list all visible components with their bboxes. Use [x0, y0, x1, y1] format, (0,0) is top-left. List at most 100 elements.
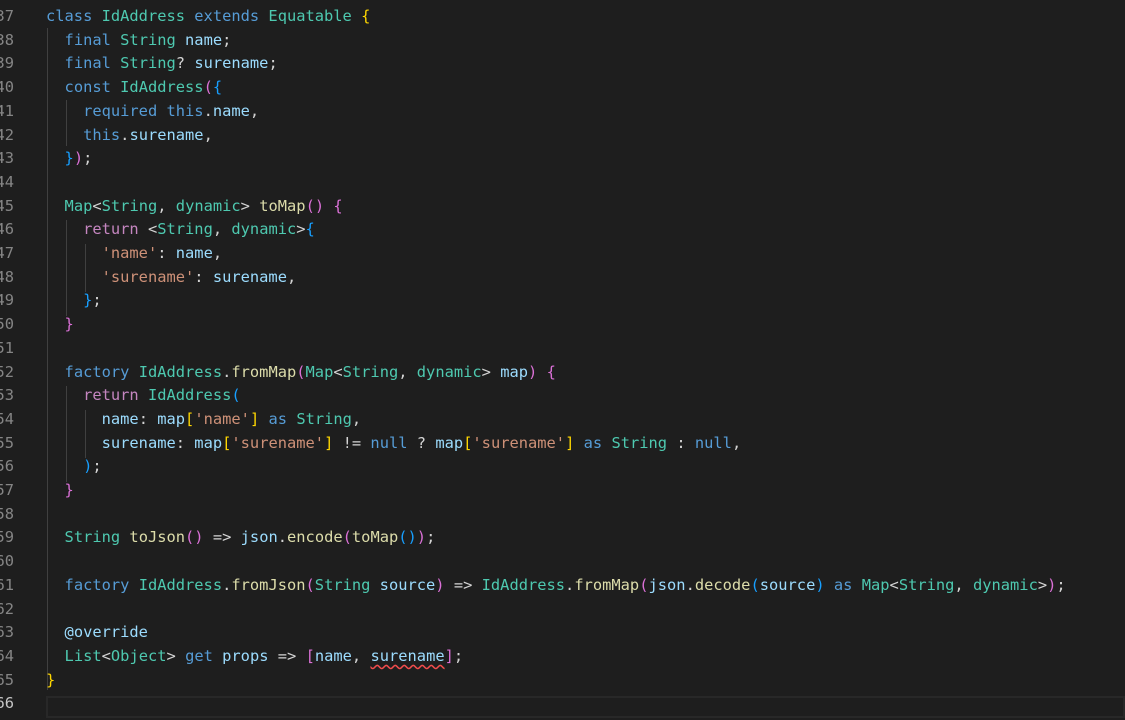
code-text[interactable]: List<Object> get props => [name, surenam… [46, 645, 464, 669]
code-text[interactable]: ); [46, 455, 102, 479]
code-text[interactable]: factory IdAddress.fromJson(String source… [46, 574, 1066, 598]
code-editor[interactable]: 37 class IdAddress extends Equatable {38 … [0, 0, 1125, 720]
line-number: 43 [0, 149, 14, 168]
line-number: 39 [0, 54, 14, 73]
code-line[interactable]: 66 [0, 692, 1125, 716]
code-text[interactable]: } [46, 669, 55, 693]
code-text[interactable]: return IdAddress( [46, 384, 241, 408]
code-line[interactable]: 62 [0, 598, 1125, 622]
code-token: 'name' [101, 244, 158, 262]
code-line[interactable]: 61 factory IdAddress.fromJson(String sou… [0, 574, 1125, 598]
code-text[interactable]: this.surename, [46, 124, 213, 148]
code-token: encode [287, 528, 343, 547]
code-token: 'name' [194, 409, 250, 428]
code-line[interactable]: 56 ); [0, 455, 1125, 479]
code-line[interactable]: 51 [0, 337, 1125, 361]
code-text[interactable]: return <String, dynamic>{ [46, 218, 315, 242]
code-line[interactable]: 58 [0, 503, 1125, 527]
code-line[interactable]: 53 return IdAddress( [0, 384, 1125, 408]
code-token: ) [73, 149, 84, 168]
code-line[interactable]: 63 @override [0, 621, 1125, 645]
code-token: 'surename' [231, 433, 325, 452]
code-text[interactable]: }; [46, 289, 102, 313]
code-line[interactable]: 40 const IdAddress({ [0, 76, 1125, 100]
code-line[interactable]: 49 }; [0, 289, 1125, 313]
code-text[interactable]: } [46, 313, 74, 337]
code-line[interactable]: 48 'surename': surename, [0, 266, 1125, 290]
code-line[interactable]: 41 required this.name, [0, 100, 1125, 124]
code-text[interactable]: final String name; [46, 29, 232, 53]
code-line[interactable]: 43 }); [0, 147, 1125, 171]
code-text[interactable]: name: map['name'] as String, [46, 408, 362, 432]
code-token: Map [305, 362, 334, 381]
code-token: return [83, 220, 148, 239]
code-line[interactable]: 45 Map<String, dynamic> toMap() { [0, 195, 1125, 219]
code-line[interactable]: 54 name: map['name'] as String, [0, 408, 1125, 432]
code-token: ; [268, 54, 278, 73]
code-token: ) [416, 528, 427, 547]
code-token: IdAddress [481, 575, 566, 594]
code-text[interactable]: required this.name, [46, 100, 259, 124]
code-line[interactable]: 46 return <String, dynamic>{ [0, 218, 1125, 242]
code-token: => [444, 575, 482, 594]
code-token: < [333, 362, 343, 381]
code-token: . [685, 575, 695, 594]
code-token: } [64, 315, 74, 334]
code-token: toMap [259, 196, 306, 215]
code-token: @override [64, 623, 148, 642]
code-line[interactable]: 55 surename: map['surename'] != null ? m… [0, 432, 1125, 456]
code-line[interactable]: 64 List<Object> get props => [name, sure… [0, 645, 1125, 669]
code-token: name [212, 101, 250, 120]
code-line[interactable]: 59 String toJson() => json.encode(toMap(… [0, 526, 1125, 550]
code-token: ) [435, 575, 445, 594]
code-token: decode [694, 575, 751, 594]
line-number: 50 [0, 315, 14, 334]
code-token: source [379, 575, 436, 594]
code-token: ; [83, 149, 93, 168]
code-text[interactable]: factory IdAddress.fromMap(Map<String, dy… [46, 361, 556, 385]
code-line[interactable]: 65} [0, 669, 1125, 693]
code-text[interactable]: String toJson() => json.encode(toMap()); [46, 526, 436, 550]
line-number: 52 [0, 362, 14, 381]
code-token: fromJson [231, 575, 306, 594]
code-token: } [64, 481, 74, 499]
code-text[interactable]: surename: map['surename'] != null ? map[… [46, 432, 742, 456]
code-text[interactable]: const IdAddress({ [46, 76, 223, 100]
code-text[interactable]: 'surename': surename, [46, 266, 297, 290]
code-line[interactable]: 42 this.surename, [0, 124, 1125, 148]
line-number: 58 [0, 504, 14, 523]
code-line[interactable]: 60 [0, 550, 1125, 574]
code-line[interactable]: 39 final String? surename; [0, 52, 1125, 76]
code-token: this [83, 125, 121, 144]
code-token: String [101, 196, 158, 215]
code-line[interactable]: 37 class IdAddress extends Equatable { [0, 5, 1125, 29]
code-line[interactable]: 47 'name': name, [0, 242, 1125, 266]
code-token: name [314, 646, 352, 665]
code-token: , [212, 244, 223, 262]
code-token: { [305, 220, 315, 239]
code-line[interactable]: 44 [0, 171, 1125, 195]
code-token: > [296, 220, 306, 239]
code-line[interactable]: 57 } [0, 479, 1125, 503]
code-token: as [583, 433, 612, 452]
code-text[interactable]: } [46, 479, 74, 503]
code-token: { [546, 362, 556, 381]
code-text[interactable]: @override [46, 621, 148, 645]
code-text[interactable]: final String? surename; [46, 52, 278, 76]
code-line[interactable]: 38 final String name; [0, 29, 1125, 53]
code-token: () [305, 196, 325, 215]
code-text[interactable]: Map<String, dynamic> toMap() { [46, 195, 343, 219]
code-line[interactable]: 52 factory IdAddress.fromMap(Map<String,… [0, 361, 1125, 385]
code-text[interactable]: }); [46, 147, 93, 171]
code-token: dynamic [175, 196, 241, 215]
code-text[interactable]: class IdAddress extends Equatable { [46, 5, 370, 29]
code-token: String [342, 362, 399, 381]
code-line[interactable]: 50 } [0, 313, 1125, 337]
code-text[interactable]: 'name': name, [46, 242, 223, 266]
